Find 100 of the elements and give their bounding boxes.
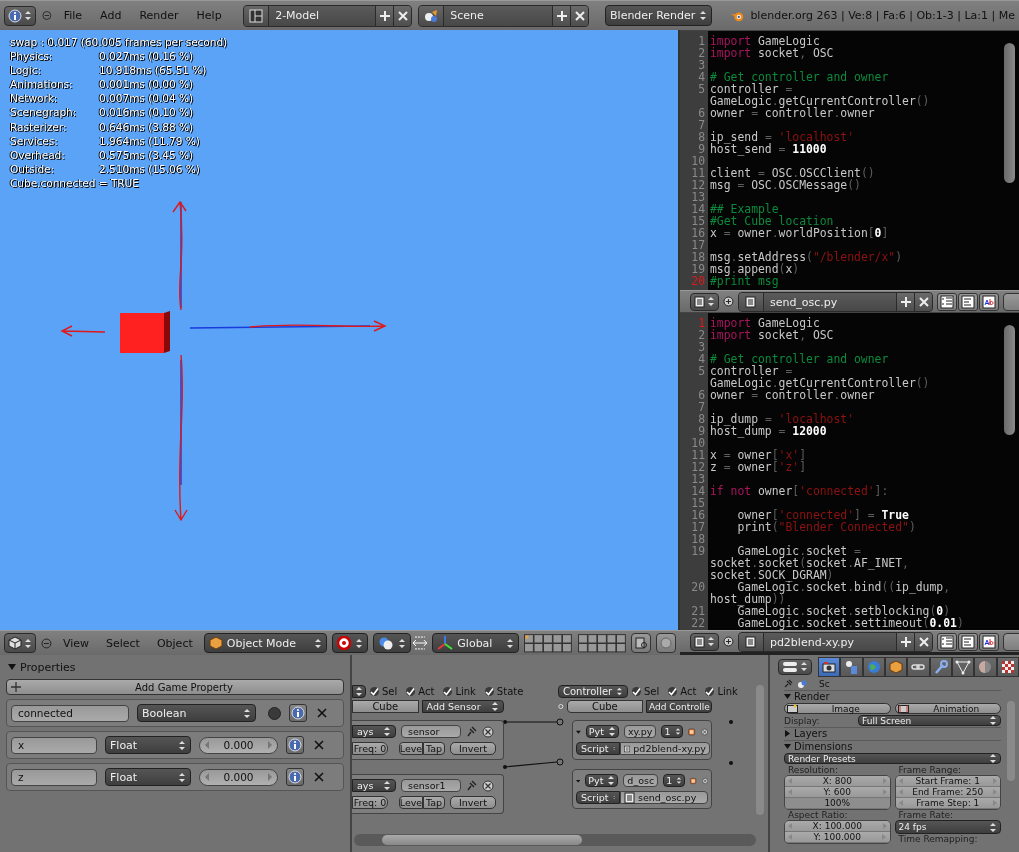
number-field[interactable]: End Frame: 250 (895, 787, 1000, 798)
script-field[interactable]: send_osc.py (620, 791, 708, 804)
menu-item[interactable]: File (57, 9, 89, 22)
number-field[interactable]: Start Frame: 1 (895, 776, 1000, 787)
property-type-dropdown[interactable]: Float (105, 736, 191, 754)
controller-name-field[interactable]: xy.py (623, 725, 657, 738)
number-field[interactable]: Y: 600 (785, 787, 890, 798)
lock-button[interactable] (631, 633, 652, 653)
state-dropdown[interactable]: 1 (661, 725, 684, 738)
properties-tab[interactable] (929, 656, 952, 677)
sensor-name-field[interactable]: sensor1 (401, 779, 461, 792)
horizontal-scrollbar[interactable] (354, 834, 756, 846)
scrollbar[interactable] (1004, 325, 1015, 435)
sensor-type-dropdown[interactable]: ays (352, 779, 396, 792)
display-dropdown[interactable]: Full Screen (858, 715, 1001, 726)
add-sensor-dropdown[interactable]: Add Sensor (421, 700, 504, 713)
property-name-field[interactable]: x (11, 736, 97, 754)
execution-mode-dropdown[interactable]: Script (576, 791, 620, 804)
object-button[interactable]: Cube (566, 700, 643, 713)
invert-button[interactable]: Invert (450, 796, 496, 809)
mode-dropdown[interactable]: Object Mode (203, 633, 327, 653)
section-header[interactable]: Render (784, 690, 1001, 702)
menu-item[interactable]: Render (133, 9, 185, 22)
properties-tab[interactable] (818, 656, 841, 677)
cube-drawing (120, 311, 170, 353)
editor-type-dropdown[interactable] (690, 632, 719, 651)
editor-type-dropdown[interactable] (4, 633, 36, 653)
editor-type-dropdown[interactable] (778, 658, 812, 675)
line-numbers-toggle[interactable] (937, 292, 958, 311)
properties-tab[interactable] (951, 656, 975, 677)
section-header[interactable]: Dimensions (784, 740, 1001, 752)
remove-button[interactable] (312, 770, 326, 784)
info-button[interactable] (286, 768, 304, 786)
sensor-filter-dropdown[interactable] (352, 684, 366, 698)
scrollbar[interactable] (1004, 43, 1015, 183)
properties-tab[interactable] (840, 656, 863, 677)
line-numbers-toggle[interactable] (937, 632, 958, 651)
property-name-field[interactable]: connected (11, 704, 129, 722)
number-field[interactable]: Y: 100.000 (785, 832, 890, 843)
level-button[interactable]: Leve (399, 796, 423, 809)
property-type-dropdown[interactable]: Float (105, 768, 191, 786)
editor-type-dropdown[interactable] (4, 5, 36, 26)
number-field[interactable]: X: 100.000 (785, 821, 890, 832)
state-dropdown[interactable]: 1 (663, 774, 686, 787)
menu-item[interactable]: Object (150, 636, 199, 650)
remove-button[interactable] (312, 738, 326, 752)
frequency-field[interactable]: Freq: 0 (352, 742, 388, 755)
number-field[interactable]: X: 800 (785, 776, 890, 787)
checkbox[interactable] (268, 706, 281, 720)
controller-name-field[interactable]: d_osc (623, 774, 659, 787)
number-field[interactable]: Frame Step: 1 (895, 798, 1000, 809)
info-button[interactable] (289, 704, 307, 722)
frame-rate-dropdown[interactable]: 24 fps (894, 820, 1001, 834)
sensor-type-dropdown[interactable]: ays (352, 725, 396, 738)
percentage-field[interactable]: 100% (785, 798, 890, 809)
info-button[interactable] (286, 736, 304, 754)
scrollbar[interactable] (1007, 701, 1015, 781)
add-game-property-button[interactable]: Add Game Property (6, 679, 344, 695)
script-field[interactable]: pd2blend-xy.py (620, 742, 710, 755)
pivot-dropdown[interactable] (331, 633, 368, 653)
snap-button[interactable] (656, 633, 676, 653)
value-field[interactable]: 0.000 (199, 736, 278, 754)
add-controller-dropdown[interactable]: Add Controlle (646, 700, 712, 713)
properties-tab[interactable] (974, 656, 997, 677)
syntax-highlight-toggle[interactable] (979, 632, 1000, 651)
section-header[interactable]: Layers (784, 727, 1001, 739)
menu-item[interactable]: Select (100, 636, 146, 650)
level-button[interactable]: Leve (399, 742, 423, 755)
object-button[interactable]: Cube (352, 700, 419, 713)
value-field[interactable]: 0.000 (199, 768, 278, 786)
scrollbar-thumb[interactable] (382, 835, 582, 845)
menu-item[interactable]: View (56, 636, 95, 650)
remove-button[interactable] (315, 706, 329, 720)
controller-type-dropdown[interactable]: Pyt (585, 774, 619, 787)
orientation-dropdown[interactable]: Global (432, 633, 520, 653)
properties-tab[interactable] (885, 656, 908, 677)
controller-filter-dropdown[interactable]: Controller (558, 684, 628, 698)
render-engine-dropdown[interactable]: Blender Render (605, 5, 713, 26)
syntax-highlight-toggle[interactable] (979, 292, 1000, 311)
render-animation-button[interactable]: Animation (894, 703, 1001, 714)
word-wrap-toggle[interactable] (958, 632, 979, 651)
menu-item[interactable]: Help (190, 9, 228, 22)
render-image-button[interactable]: Image (784, 703, 891, 714)
property-type-dropdown[interactable]: Boolean (137, 704, 256, 722)
editor-type-dropdown[interactable] (690, 292, 719, 311)
frequency-field[interactable]: Freq: 0 (352, 796, 388, 809)
render-presets-dropdown[interactable]: Render Presets (784, 753, 1001, 764)
menu-item[interactable]: Add (94, 9, 128, 22)
controller-type-dropdown[interactable]: Pyt (585, 725, 619, 738)
manipulator-dropdown[interactable] (372, 633, 411, 653)
tap-button[interactable]: Tap (423, 742, 445, 755)
properties-tab[interactable] (996, 656, 1019, 677)
word-wrap-toggle[interactable] (958, 292, 979, 311)
properties-tab[interactable] (907, 656, 930, 677)
sensor-name-field[interactable]: sensor (401, 725, 461, 738)
tap-button[interactable]: Tap (423, 796, 445, 809)
execution-mode-dropdown[interactable]: Script (576, 742, 620, 755)
properties-tab[interactable] (862, 656, 885, 677)
invert-button[interactable]: Invert (450, 742, 496, 755)
property-name-field[interactable]: z (11, 768, 97, 786)
